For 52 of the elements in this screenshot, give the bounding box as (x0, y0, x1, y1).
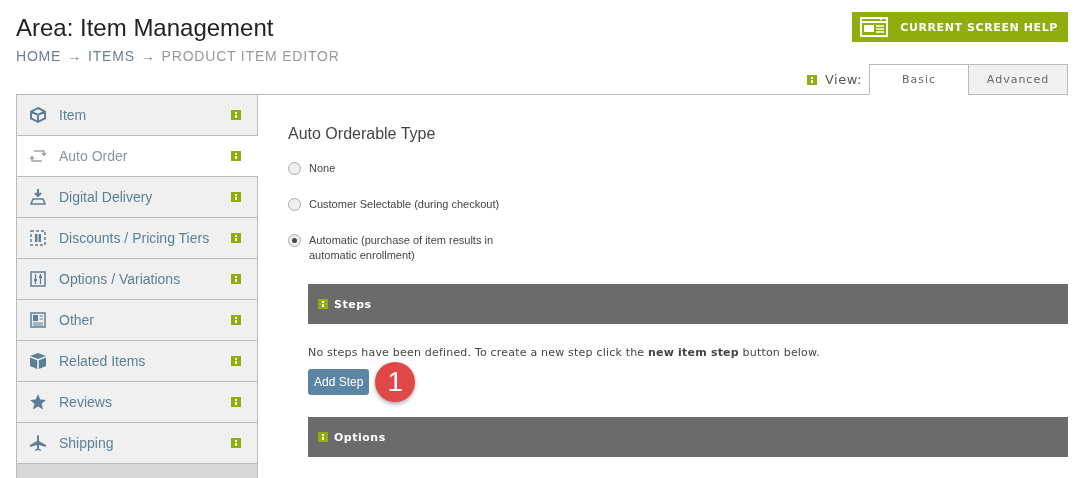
sidebar-item[interactable]: Options / Variations (17, 259, 257, 300)
info-icon (231, 233, 241, 243)
info-icon (318, 299, 328, 309)
add-step-button[interactable]: Add Step (308, 369, 370, 395)
download-icon (29, 188, 47, 206)
info-icon (231, 274, 241, 284)
section-title: Options (334, 430, 386, 444)
repeat-icon (29, 147, 47, 165)
star-icon (29, 393, 47, 411)
step-number-badge: 1 (375, 362, 416, 402)
info-icon (231, 151, 241, 161)
sidebar-item[interactable]: Reviews (17, 382, 257, 423)
view-tab[interactable]: Basic (869, 64, 969, 95)
sidebar-item[interactable]: Item (17, 95, 257, 136)
section-title: Steps (334, 297, 372, 311)
radio-label: Customer Selectable (during checkout) (309, 197, 500, 212)
radio-label: Automatic (purchase of item results in automatic enrollment) (309, 233, 495, 263)
box-icon (29, 106, 47, 124)
info-icon (231, 315, 241, 325)
info-icon (231, 438, 241, 448)
radio-button[interactable] (288, 234, 301, 247)
radio-button[interactable] (288, 198, 301, 211)
help-button[interactable]: CURRENT SCREEN HELP (852, 12, 1068, 42)
cube-icon (29, 352, 47, 370)
info-icon (231, 192, 241, 202)
page-title: Area: Item Management (16, 14, 275, 42)
info-icon (806, 74, 817, 85)
sidebar-item[interactable]: Related Items (17, 341, 257, 382)
sliders-icon (29, 270, 47, 288)
screen-icon (860, 17, 889, 37)
newspaper-icon (29, 311, 47, 329)
breadcrumb-link[interactable]: HOME (16, 48, 62, 64)
sidebar-item[interactable]: Other (17, 300, 257, 341)
sidebar-item[interactable]: Digital Delivery (17, 177, 257, 218)
info-icon (318, 432, 328, 442)
view-tab[interactable]: Advanced (968, 64, 1068, 95)
info-icon (231, 356, 241, 366)
sidebar-item[interactable]: Shipping (17, 423, 257, 464)
breadcrumb-separator: → (140, 48, 156, 64)
airplane-icon (29, 434, 47, 452)
sidebar-item[interactable]: Discounts / Pricing Tiers (17, 218, 257, 259)
breadcrumb-current: PRODUCT ITEM EDITOR (161, 48, 340, 64)
section-heading: Auto Orderable Type (288, 125, 437, 143)
breadcrumb-separator: → (67, 48, 82, 64)
breadcrumb-link[interactable]: ITEMS (88, 48, 135, 64)
info-icon (231, 110, 241, 120)
radio-label: None (309, 161, 336, 176)
info-icon (231, 397, 241, 407)
radio-button[interactable] (288, 162, 301, 175)
view-label: View: (824, 72, 862, 87)
info-message: No steps have been defined. To create a new step click the new item step button below. (308, 346, 821, 359)
sidebar-item[interactable]: Auto Order (17, 136, 258, 177)
